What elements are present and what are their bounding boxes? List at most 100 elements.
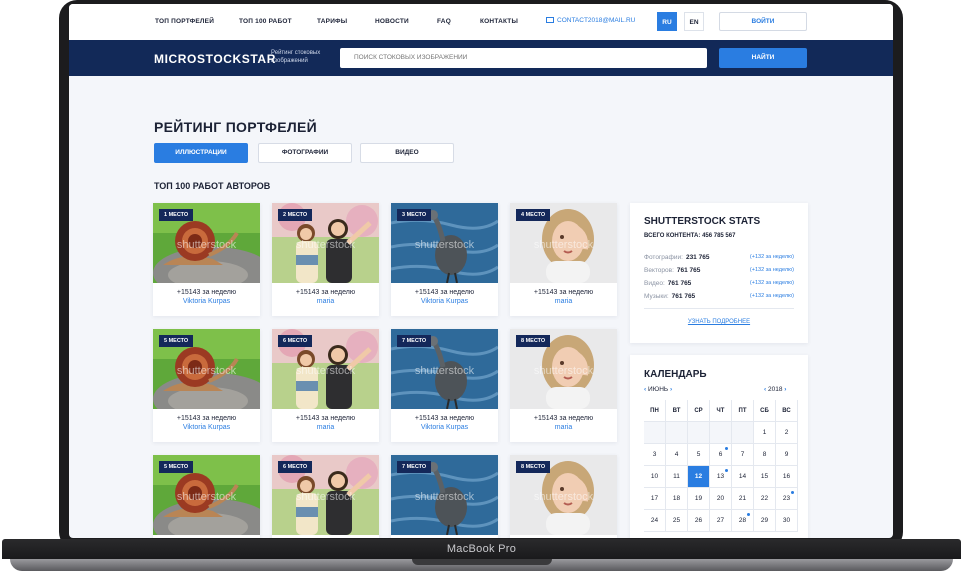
calendar-day[interactable]: 21 — [732, 488, 754, 510]
watermark: shutterstock — [533, 365, 594, 377]
nav-link-top-portfolios[interactable]: ТОП ПОРТФЕЛЕЙ — [155, 18, 214, 25]
calendar-day[interactable]: 9 — [776, 444, 798, 466]
work-card[interactable]: shutterstock 4 МЕСТО +15143 за неделю maria — [510, 203, 617, 316]
work-card[interactable]: shutterstock 7 МЕСТО +15143 за неделю Vikto… — [391, 329, 498, 442]
next-year-arrow-icon[interactable]: › — [784, 386, 786, 393]
work-card[interactable]: shutterstock 5 МЕСТО — [153, 455, 260, 538]
calendar-month: ИЮНЬ — [647, 386, 669, 393]
calendar-day[interactable]: 6 — [710, 444, 732, 466]
calendar-empty-cell — [666, 422, 688, 444]
calendar-day[interactable]: 22 — [754, 488, 776, 510]
place-badge: 7 МЕСТО — [397, 335, 432, 347]
work-card[interactable]: shutterstock 6 МЕСТО +15143 за неделю maria — [272, 329, 379, 442]
contact-email-text: CONTACT2018@MAIL.RU — [557, 17, 636, 24]
weekday-header: ЧТ — [710, 400, 732, 422]
watermark: shutterstock — [414, 239, 475, 251]
stat-label: Видео: — [644, 280, 665, 287]
author-link[interactable]: Viktoria Kurpas — [153, 298, 260, 305]
weekday-header: ПТ — [732, 400, 754, 422]
find-button[interactable]: НАЙТИ — [719, 48, 807, 68]
calendar-day[interactable]: 3 — [644, 444, 666, 466]
lang-ru-button[interactable]: RU — [657, 12, 677, 31]
prev-year-arrow-icon[interactable]: ‹ — [764, 386, 766, 393]
author-link[interactable]: Viktoria Kurpas — [391, 424, 498, 431]
calendar-day[interactable]: 27 — [710, 510, 732, 532]
place-badge: 5 МЕСТО — [159, 461, 194, 473]
calendar-day[interactable]: 24 — [644, 510, 666, 532]
work-card[interactable]: shutterstock 8 МЕСТО — [510, 455, 617, 538]
weekly-count: +15143 за неделю — [295, 289, 356, 296]
calendar-day[interactable]: 17 — [644, 488, 666, 510]
weekday-header: ВС — [776, 400, 798, 422]
nav-link-top-100[interactable]: ТОП 100 РАБОТ — [239, 18, 292, 25]
work-card[interactable]: shutterstock 5 МЕСТО +15143 за неделю Vikto… — [153, 329, 260, 442]
calendar-day[interactable]: 11 — [666, 466, 688, 488]
prev-month-arrow-icon[interactable]: ‹ — [644, 386, 646, 393]
next-month-arrow-icon[interactable]: › — [670, 386, 672, 393]
work-card[interactable]: shutterstock 8 МЕСТО +15143 за неделю maria — [510, 329, 617, 442]
work-card[interactable]: shutterstock 6 МЕСТО — [272, 455, 379, 538]
stat-value: 761 765 — [671, 293, 696, 300]
work-card[interactable]: shutterstock 3 МЕСТО +15143 за неделю Vikto… — [391, 203, 498, 316]
tab-photos[interactable]: ФОТОГРАФИИ — [258, 143, 352, 163]
calendar-day[interactable]: 26 — [688, 510, 710, 532]
place-badge: 1 МЕСТО — [159, 209, 194, 221]
section-title: ТОП 100 РАБОТ АВТОРОВ — [154, 181, 271, 191]
place-badge: 2 МЕСТО — [278, 209, 313, 221]
calendar-day[interactable]: 8 — [754, 444, 776, 466]
calendar-day[interactable]: 5 — [688, 444, 710, 466]
nav-link-contacts[interactable]: КОНТАКТЫ — [480, 18, 518, 25]
author-link[interactable]: Viktoria Kurpas — [153, 424, 260, 431]
stats-total-value: 456 785 567 — [702, 233, 736, 239]
tab-illustrations[interactable]: ИЛЛЮСТРАЦИИ — [154, 143, 248, 163]
calendar-panel: КАЛЕНДАРЬ ‹ ИЮНЬ › ‹ 2018 › ПН ВТ СР ЧТ ПТ СБ… — [630, 355, 808, 538]
weekly-count: +15143 за неделю — [414, 415, 475, 422]
work-card[interactable]: shutterstock 1 МЕСТО +15143 за неделю Vikto… — [153, 203, 260, 316]
login-button[interactable]: ВОЙТИ — [719, 12, 807, 31]
lang-en-button[interactable]: EN — [684, 12, 704, 31]
calendar-day[interactable]: 18 — [666, 488, 688, 510]
calendar-day[interactable]: 19 — [688, 488, 710, 510]
search-input[interactable] — [340, 48, 707, 68]
nav-link-news[interactable]: НОВОСТИ — [375, 18, 409, 25]
author-link[interactable]: maria — [272, 298, 379, 305]
calendar-day[interactable]: 30 — [776, 510, 798, 532]
work-card[interactable]: shutterstock 2 МЕСТО +15143 за неделю maria — [272, 203, 379, 316]
calendar-day[interactable]: 1 — [754, 422, 776, 444]
work-card[interactable]: shutterstock 7 МЕСТО — [391, 455, 498, 538]
calendar-day[interactable]: 12 — [688, 466, 710, 488]
stats-total-label: ВСЕГО КОНТЕНТА: — [644, 233, 701, 239]
calendar-day[interactable]: 23 — [776, 488, 798, 510]
calendar-day[interactable]: 29 — [754, 510, 776, 532]
calendar-day[interactable]: 14 — [732, 466, 754, 488]
author-link[interactable]: maria — [510, 298, 617, 305]
event-dot-icon — [747, 513, 750, 516]
calendar-day[interactable]: 4 — [666, 444, 688, 466]
calendar-day[interactable]: 2 — [776, 422, 798, 444]
stat-row-vectors: Векторов: 761 765 (+132 за неделю) — [644, 267, 794, 277]
site-logo[interactable]: MICROSTOCKSTAR — [154, 52, 276, 66]
place-badge: 7 МЕСТО — [397, 461, 432, 473]
calendar-empty-cell — [644, 422, 666, 444]
event-dot-icon — [725, 447, 728, 450]
calendar-empty-cell — [732, 422, 754, 444]
calendar-day[interactable]: 20 — [710, 488, 732, 510]
nav-link-tariffs[interactable]: ТАРИФЫ — [317, 18, 347, 25]
calendar-day[interactable]: 13 — [710, 466, 732, 488]
calendar-day[interactable]: 28 — [732, 510, 754, 532]
stat-delta: (+132 за неделю) — [749, 254, 794, 260]
calendar-day[interactable]: 25 — [666, 510, 688, 532]
calendar-day[interactable]: 15 — [754, 466, 776, 488]
calendar-day[interactable]: 10 — [644, 466, 666, 488]
author-link[interactable]: Viktoria Kurpas — [391, 298, 498, 305]
tab-video[interactable]: ВИДЕО — [360, 143, 454, 163]
author-link[interactable]: maria — [510, 424, 617, 431]
contact-email-link[interactable]: CONTACT2018@MAIL.RU — [546, 17, 635, 24]
weekly-count: +15143 за неделю — [176, 289, 237, 296]
learn-more-link[interactable]: УЗНАТЬ ПОДРОБНЕЕ — [630, 319, 808, 325]
author-link[interactable]: maria — [272, 424, 379, 431]
calendar-day[interactable]: 16 — [776, 466, 798, 488]
calendar-empty-cell — [710, 422, 732, 444]
nav-link-faq[interactable]: FAQ — [437, 18, 451, 25]
calendar-day[interactable]: 7 — [732, 444, 754, 466]
